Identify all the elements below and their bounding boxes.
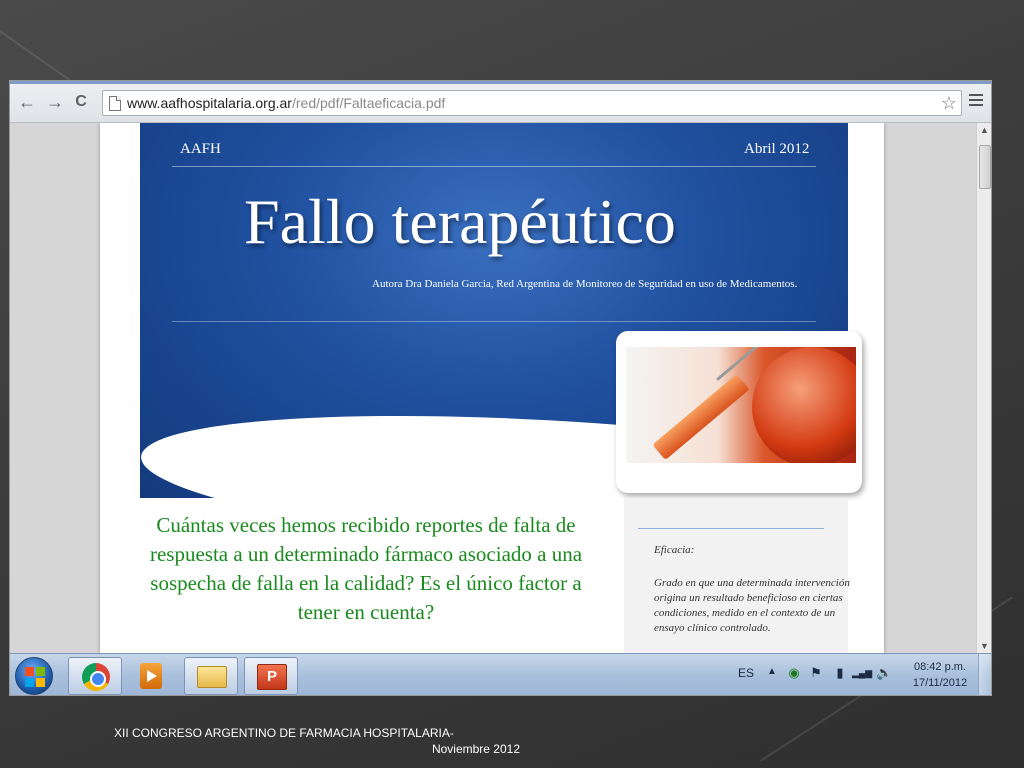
clock-time: 08:42 p.m. <box>914 661 966 673</box>
show-desktop-button[interactable] <box>978 654 991 695</box>
language-indicator[interactable]: ES <box>738 666 754 680</box>
start-button[interactable] <box>15 657 53 695</box>
pdf-viewport[interactable]: AAFH Abril 2012 Fallo terapéutico Autora… <box>10 123 976 653</box>
scroll-up-icon[interactable]: ▲ <box>980 125 989 135</box>
syringe-photo-card <box>616 331 862 493</box>
url-text[interactable]: www.aafhospitalaria.org.ar/red/pdf/Falta… <box>127 95 445 111</box>
tab-strip <box>10 81 991 84</box>
battery-icon[interactable]: ▮ <box>832 665 848 681</box>
definition-text: Grado en que una determinada intervenció… <box>654 577 850 634</box>
taskbar-media-player-button[interactable] <box>124 657 178 695</box>
windows-logo-icon <box>25 667 45 687</box>
hamburger-menu-icon[interactable] <box>969 94 983 108</box>
vial-shape <box>752 347 856 463</box>
browser-toolbar: ← → C www.aafhospitalaria.org.ar/red/pdf… <box>10 81 991 123</box>
media-player-icon <box>140 663 162 689</box>
taskbar-powerpoint-button[interactable] <box>244 657 298 695</box>
network-status-icon[interactable]: ◉ <box>786 665 802 681</box>
address-bar[interactable]: www.aafhospitalaria.org.ar/red/pdf/Falta… <box>102 90 962 116</box>
issue-date: Abril 2012 <box>744 141 810 157</box>
taskbar-chrome-button[interactable] <box>68 657 122 695</box>
slide-footer: XII CONGRESO ARGENTINO DE FARMACIA HOSPI… <box>100 725 520 757</box>
signal-strength-icon[interactable]: ▂▄▆ <box>852 665 872 681</box>
publisher-label: AAFH <box>180 141 221 157</box>
taskbar-explorer-button[interactable] <box>184 657 238 695</box>
banner-divider <box>172 321 816 322</box>
bookmark-star-icon[interactable]: ☆ <box>941 93 957 114</box>
windows-taskbar: ES ▲ ◉ ⚑ ▮ ▂▄▆ 🔈 08:42 p.m. 17/11/2012 <box>10 653 991 695</box>
browser-window: ← → C www.aafhospitalaria.org.ar/red/pdf… <box>9 80 992 696</box>
volume-icon[interactable]: 🔈 <box>876 665 892 681</box>
powerpoint-icon <box>257 664 287 690</box>
footer-line-1: XII CONGRESO ARGENTINO DE FARMACIA HOSPI… <box>114 726 454 740</box>
syringe-shape <box>652 373 750 461</box>
footer-line-2: Noviembre 2012 <box>431 742 520 756</box>
author-line: Autora Dra Daniela Garcia, Red Argentina… <box>372 278 798 290</box>
url-host: www.aafhospitalaria.org.ar <box>127 95 292 111</box>
scroll-down-icon[interactable]: ▼ <box>980 641 989 651</box>
show-hidden-icons-icon[interactable]: ▲ <box>767 666 777 677</box>
action-center-flag-icon[interactable]: ⚑ <box>808 665 824 681</box>
forward-arrow-icon[interactable]: → <box>44 92 66 112</box>
page-icon <box>109 96 121 111</box>
file-explorer-icon <box>197 666 227 688</box>
needle-shape <box>716 347 764 381</box>
chrome-icon <box>82 663 110 691</box>
clock-date: 17/11/2012 <box>912 677 968 689</box>
pdf-page: AAFH Abril 2012 Fallo terapéutico Autora… <box>100 123 884 653</box>
vertical-scrollbar[interactable]: ▲ ▼ <box>976 123 991 653</box>
back-arrow-icon[interactable]: ← <box>16 92 38 112</box>
lead-question: Cuántas veces hemos recibido reportes de… <box>149 513 583 624</box>
document-title: Fallo terapéutico <box>244 186 676 257</box>
scroll-thumb[interactable] <box>979 145 991 189</box>
url-path: /red/pdf/Faltaeficacia.pdf <box>291 95 446 111</box>
system-clock[interactable]: 08:42 p.m. 17/11/2012 <box>908 659 972 691</box>
definition-divider <box>638 528 824 529</box>
reload-icon[interactable]: C <box>70 92 92 112</box>
syringe-photo <box>626 347 856 463</box>
definition-heading: Eficacia: <box>654 544 695 556</box>
header-divider <box>172 166 816 167</box>
